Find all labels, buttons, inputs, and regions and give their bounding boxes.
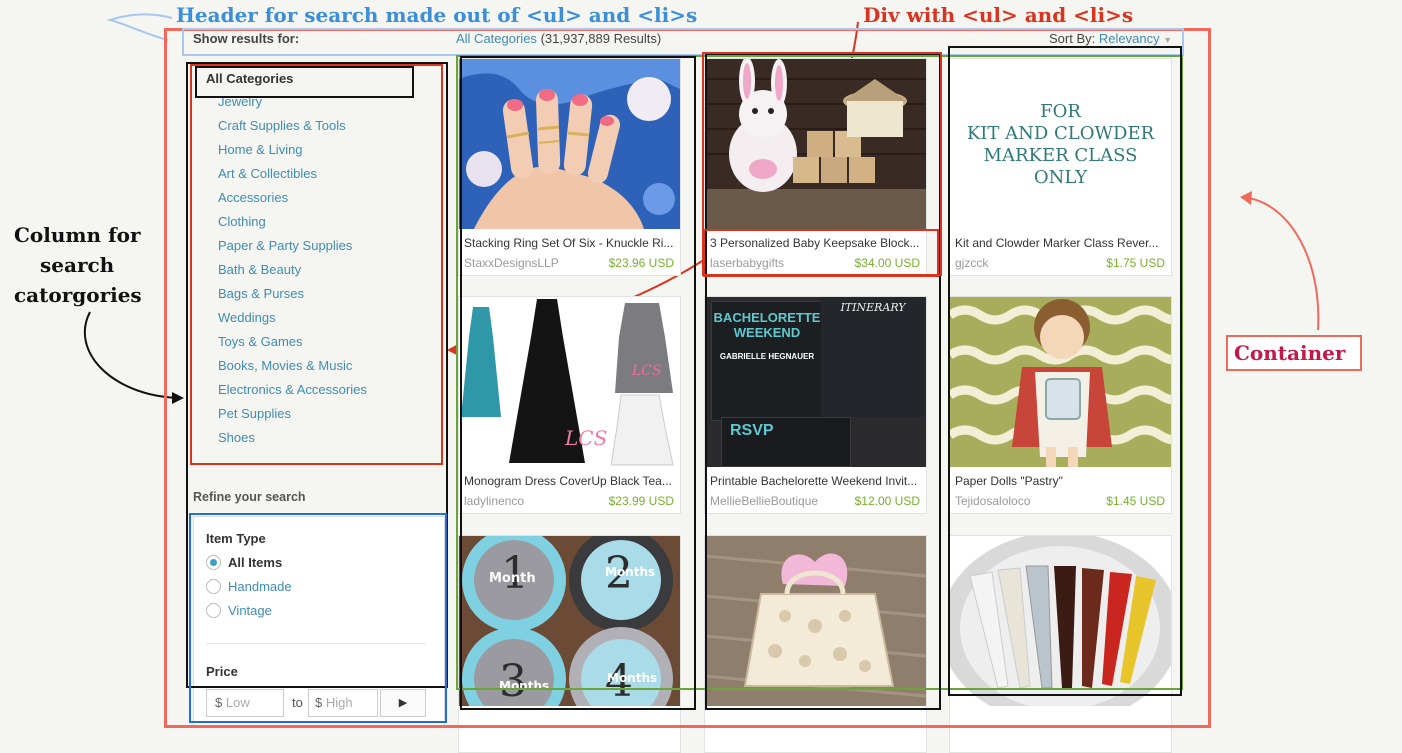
container-annotation-arrow — [1247, 197, 1320, 331]
column-3-outline — [948, 46, 1182, 696]
column-1-outline — [460, 56, 696, 710]
refine-outline — [189, 513, 447, 723]
container-arrow-head — [1240, 191, 1252, 205]
category-title-outline — [195, 66, 414, 98]
header-annotation-arrow — [106, 13, 173, 41]
category-list-outline — [190, 64, 443, 465]
card-image-outline — [702, 52, 942, 276]
